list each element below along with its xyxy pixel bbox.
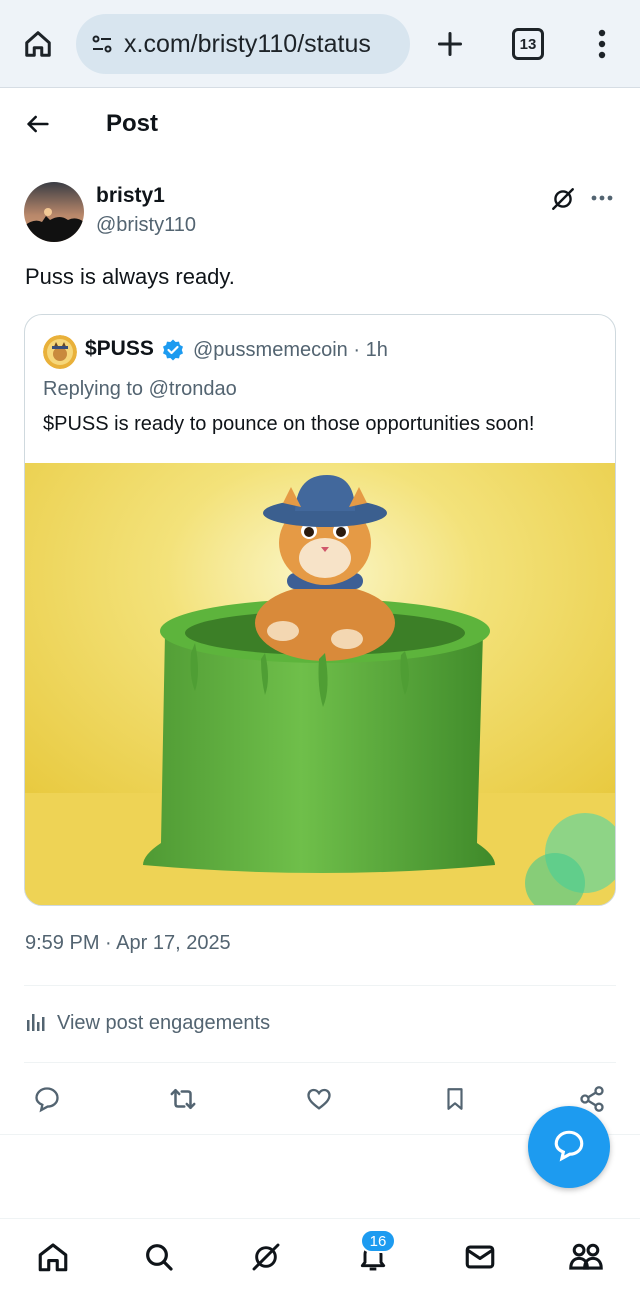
grok-icon[interactable] [548,184,578,214]
puss-cat-in-green-pot-image[interactable] [25,463,615,905]
home-icon[interactable] [18,24,58,64]
bottom-navigation: 16 [0,1218,640,1295]
quote-handle-time: @pussmemecoin · 1h [193,339,388,361]
author-handle[interactable]: @bristy110 [96,214,196,237]
tabs-button[interactable]: 13 [512,28,544,60]
compose-reply-button[interactable] [528,1106,610,1188]
post-timestamp: 9:59 PM · Apr 17, 2025 [25,932,231,954]
communities-icon[interactable] [566,1237,606,1277]
post-header: Post [0,88,640,160]
new-tab-icon[interactable] [430,24,470,64]
bookmark-icon[interactable] [438,1082,472,1116]
quote-text: $PUSS is ready to pounce on those opport… [43,413,535,435]
browser-toolbar: x.com/bristy110/status 13 [0,0,640,88]
search-icon[interactable] [139,1237,179,1277]
like-icon[interactable] [302,1082,336,1116]
tab-count: 13 [519,35,537,53]
home-icon[interactable] [33,1237,73,1277]
page-title: Post [106,110,159,137]
engagements-label[interactable]: View post engagements [57,1012,270,1035]
quote-avatar [43,335,77,369]
url-text[interactable]: x.com/bristy110/status [124,30,371,59]
view-engagements-link[interactable]: View post engagements [25,1010,270,1037]
reply-bubble-icon [552,1128,586,1167]
analytics-icon [25,1010,47,1037]
reply-icon[interactable] [30,1082,64,1116]
quote-author-name: $PUSS [85,337,154,360]
verified-badge-icon [161,338,185,362]
author-name[interactable]: bristy1 [96,184,165,208]
menu-icon[interactable] [588,24,616,64]
repost-icon[interactable] [166,1082,200,1116]
divider [24,1062,616,1063]
more-options-icon[interactable] [588,184,616,212]
quoted-post-card[interactable]: $PUSS @pussmemecoin · 1h Replying to @tr… [24,314,616,906]
address-bar[interactable]: x.com/bristy110/status [76,14,410,74]
notifications-badge: 16 [360,1229,396,1253]
grok-icon[interactable] [246,1237,286,1277]
divider [24,985,616,986]
messages-icon[interactable] [460,1237,500,1277]
arrow-left-icon[interactable] [20,106,56,142]
replying-to[interactable]: Replying to @trondao [43,378,237,401]
site-settings-icon[interactable] [88,30,116,58]
post-text: Puss is always ready. [25,264,235,289]
avatar[interactable] [24,182,84,242]
